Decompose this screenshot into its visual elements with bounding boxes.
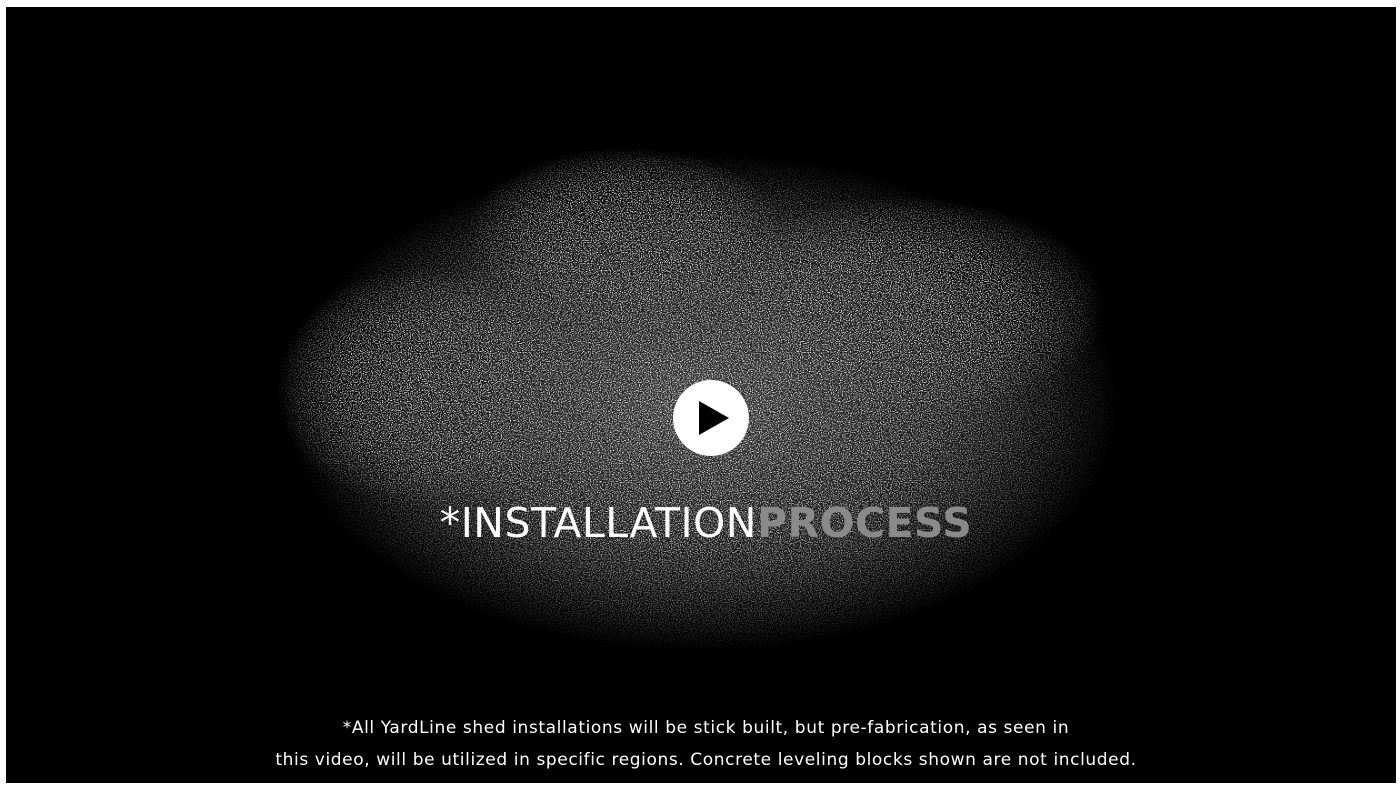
- disclaimer-line-2: this video, will be utilized in specific…: [275, 750, 1137, 770]
- play-icon: [699, 401, 729, 435]
- video-title: *INSTALLATIONPROCESS: [6, 495, 1396, 551]
- page-frame: *INSTALLATIONPROCESS *All YardLine shed …: [0, 0, 1400, 786]
- title-suffix: PROCESS: [756, 499, 973, 547]
- video-player[interactable]: *INSTALLATIONPROCESS *All YardLine shed …: [6, 7, 1396, 783]
- disclaimer: *All YardLine shed installations will be…: [6, 712, 1396, 776]
- disclaimer-line-1: *All YardLine shed installations will be…: [342, 718, 1070, 738]
- title-prefix: *INSTALLATION: [439, 499, 757, 547]
- play-button[interactable]: [673, 380, 749, 456]
